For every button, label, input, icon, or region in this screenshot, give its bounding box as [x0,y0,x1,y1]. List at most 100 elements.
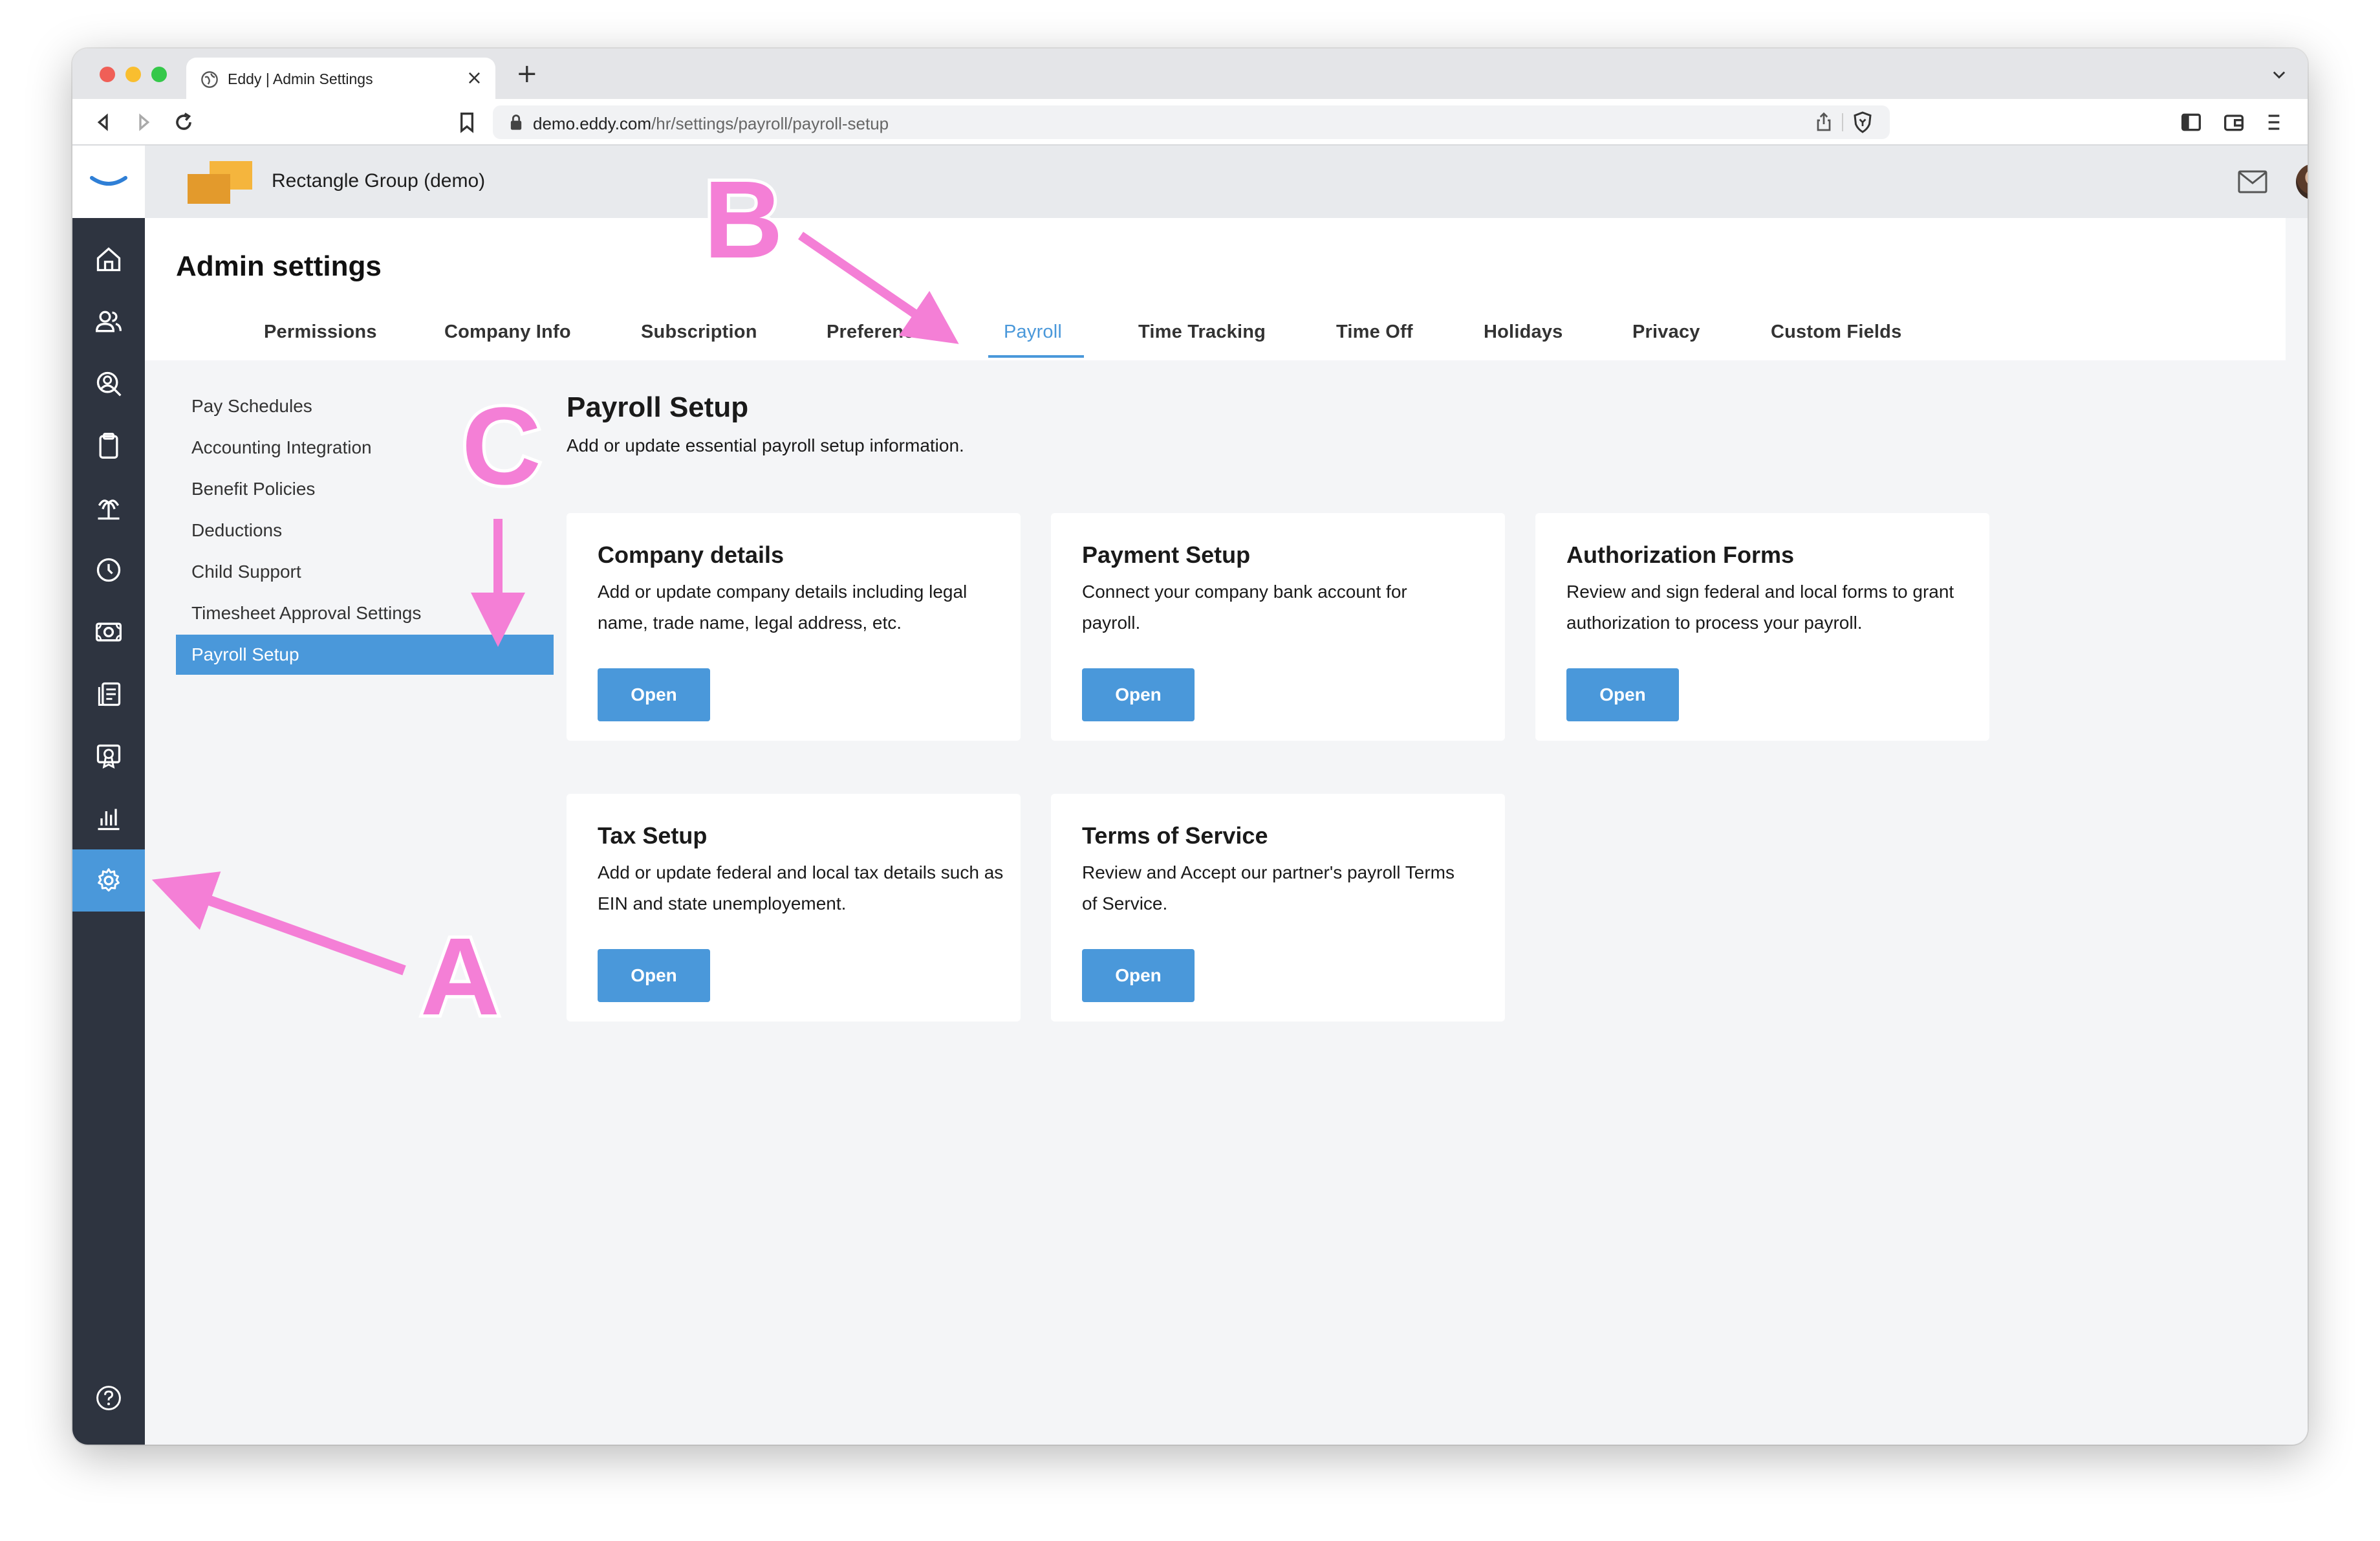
url-path: /hr/settings/payroll/payroll-setup [651,114,889,133]
user-avatar[interactable] [2296,164,2308,200]
tab-holidays[interactable]: Holidays [1484,322,1563,343]
card-title: Authorization Forms [1566,541,1794,568]
company-name[interactable]: Rectangle Group (demo) [272,170,485,192]
tab-title: Eddy | Admin Settings [228,71,373,87]
address-bar[interactable]: demo.eddy.com/hr/settings/payroll/payrol… [493,105,1890,139]
menu-icon[interactable] [2261,109,2287,135]
minimize-window-button[interactable] [125,67,141,82]
card-description: Add or update federal and local tax deta… [598,862,1004,913]
clipboard-icon [99,433,118,459]
card-company-details: Company details Add or update company de… [567,513,1021,741]
url-separator [1842,113,1843,131]
chevron-down-icon[interactable] [2270,65,2288,83]
reports-icon [98,809,120,831]
browser-tab[interactable]: Eddy | Admin Settings × [186,58,495,99]
sidebar-item-recruiting[interactable] [72,353,145,415]
sidebar-item-payroll[interactable] [72,601,145,663]
tab-time-off[interactable]: Time Off [1336,322,1413,343]
tab-privacy[interactable]: Privacy [1632,322,1700,343]
card-description: Review and Accept our partner's payroll … [1082,862,1455,913]
card-authorization-forms: Authorization Forms Review and sign fede… [1535,513,1989,741]
settings-header: Admin settings Permissions Company Info … [145,218,2286,360]
brave-shield-icon[interactable] [1851,111,1874,134]
app-topbar: Rectangle Group (demo) [145,146,2308,218]
back-icon[interactable] [91,109,116,135]
sidebar-item-tasks[interactable] [72,415,145,477]
card-title: Tax Setup [598,822,708,849]
globe-icon [201,71,218,88]
open-tax-setup-button[interactable]: Open [598,949,710,1002]
card-payment-setup: Payment Setup Connect your company bank … [1051,513,1505,741]
card-description: Add or update company details including … [598,582,968,633]
tab-payroll[interactable]: Payroll [1004,322,1062,343]
home-icon [96,247,121,272]
card-title: Company details [598,541,784,568]
browser-window: Eddy | Admin Settings × + demo.eddy.com/ [72,49,2308,1445]
main-sidebar [72,146,145,1445]
mail-icon[interactable] [2238,170,2267,193]
help-icon[interactable] [94,1384,123,1412]
app-logo[interactable] [72,146,145,218]
share-icon[interactable] [1812,111,1835,134]
subnav-deductions[interactable]: Deductions [176,510,554,551]
clock-icon [96,558,121,582]
certificate-icon [96,744,121,769]
reload-icon[interactable] [171,109,197,135]
sidebar-toggle-icon[interactable] [2178,109,2204,135]
section-title: Payroll Setup [567,391,749,423]
tab-preferences[interactable]: Preferences [827,322,935,343]
tab-close-button[interactable]: × [466,67,482,90]
card-description: Review and sign federal and local forms … [1566,582,1954,633]
open-company-details-button[interactable]: Open [598,668,710,721]
open-terms-of-service-button[interactable]: Open [1082,949,1195,1002]
subnav-accounting-integration[interactable]: Accounting Integration [176,428,554,468]
lock-icon [510,115,522,130]
zoom-window-button[interactable] [151,67,167,82]
sidebar-item-reports[interactable] [72,787,145,849]
subnav-pay-schedules[interactable]: Pay Schedules [176,386,554,426]
subnav-benefit-policies[interactable]: Benefit Policies [176,469,554,509]
sidebar-item-settings[interactable] [72,849,145,912]
company-logo [188,161,252,204]
card-tax-setup: Tax Setup Add or update federal and loca… [567,794,1021,1022]
sidebar-item-home[interactable] [72,228,145,290]
sidebar-item-training[interactable] [72,725,145,787]
sidebar-item-documents[interactable] [72,663,145,725]
open-payment-setup-button[interactable]: Open [1082,668,1195,721]
search-person-icon [96,371,122,397]
card-title: Payment Setup [1082,541,1251,568]
new-tab-button[interactable]: + [516,58,538,90]
tab-company-info[interactable]: Company Info [444,322,571,343]
money-icon [96,622,122,642]
url-host: demo.eddy.com [533,114,652,133]
url-text: demo.eddy.com/hr/settings/payroll/payrol… [533,114,889,134]
tab-custom-fields[interactable]: Custom Fields [1771,322,1901,343]
close-window-button[interactable] [100,67,115,82]
bookmark-icon[interactable] [454,109,480,135]
eddy-logo-icon [90,176,127,186]
tab-time-tracking[interactable]: Time Tracking [1138,322,1266,343]
documents-icon [98,682,121,706]
active-tab-indicator [988,355,1084,358]
subnav-payroll-setup[interactable]: Payroll Setup [176,635,554,675]
settings-tabs: Permissions Company Info Subscription Pr… [145,322,2286,360]
tab-permissions[interactable]: Permissions [264,322,377,343]
card-description: Connect your company bank account for pa… [1082,582,1407,633]
sidebar-item-time-tracking[interactable] [72,539,145,601]
browser-titlebar: Eddy | Admin Settings × + [72,49,2308,99]
subnav-child-support[interactable]: Child Support [176,552,554,592]
subnav-timesheet-approval-settings[interactable]: Timesheet Approval Settings [176,593,554,633]
section-subtitle: Add or update essential payroll setup in… [567,435,964,455]
card-title: Terms of Service [1082,822,1268,849]
wallet-icon[interactable] [2221,109,2247,135]
page-title: Admin settings [176,250,382,282]
open-authorization-forms-button[interactable]: Open [1566,668,1679,721]
gear-icon [98,868,120,892]
forward-icon[interactable] [131,109,157,135]
browser-toolbar: demo.eddy.com/hr/settings/payroll/payrol… [72,99,2308,146]
tab-subscription[interactable]: Subscription [641,322,757,343]
sidebar-item-people[interactable] [72,290,145,353]
sidebar-item-time-off[interactable] [72,477,145,539]
card-terms-of-service: Terms of Service Review and Accept our p… [1051,794,1505,1022]
app-root: Rectangle Group (demo) Admin settings Pe… [72,146,2308,1445]
